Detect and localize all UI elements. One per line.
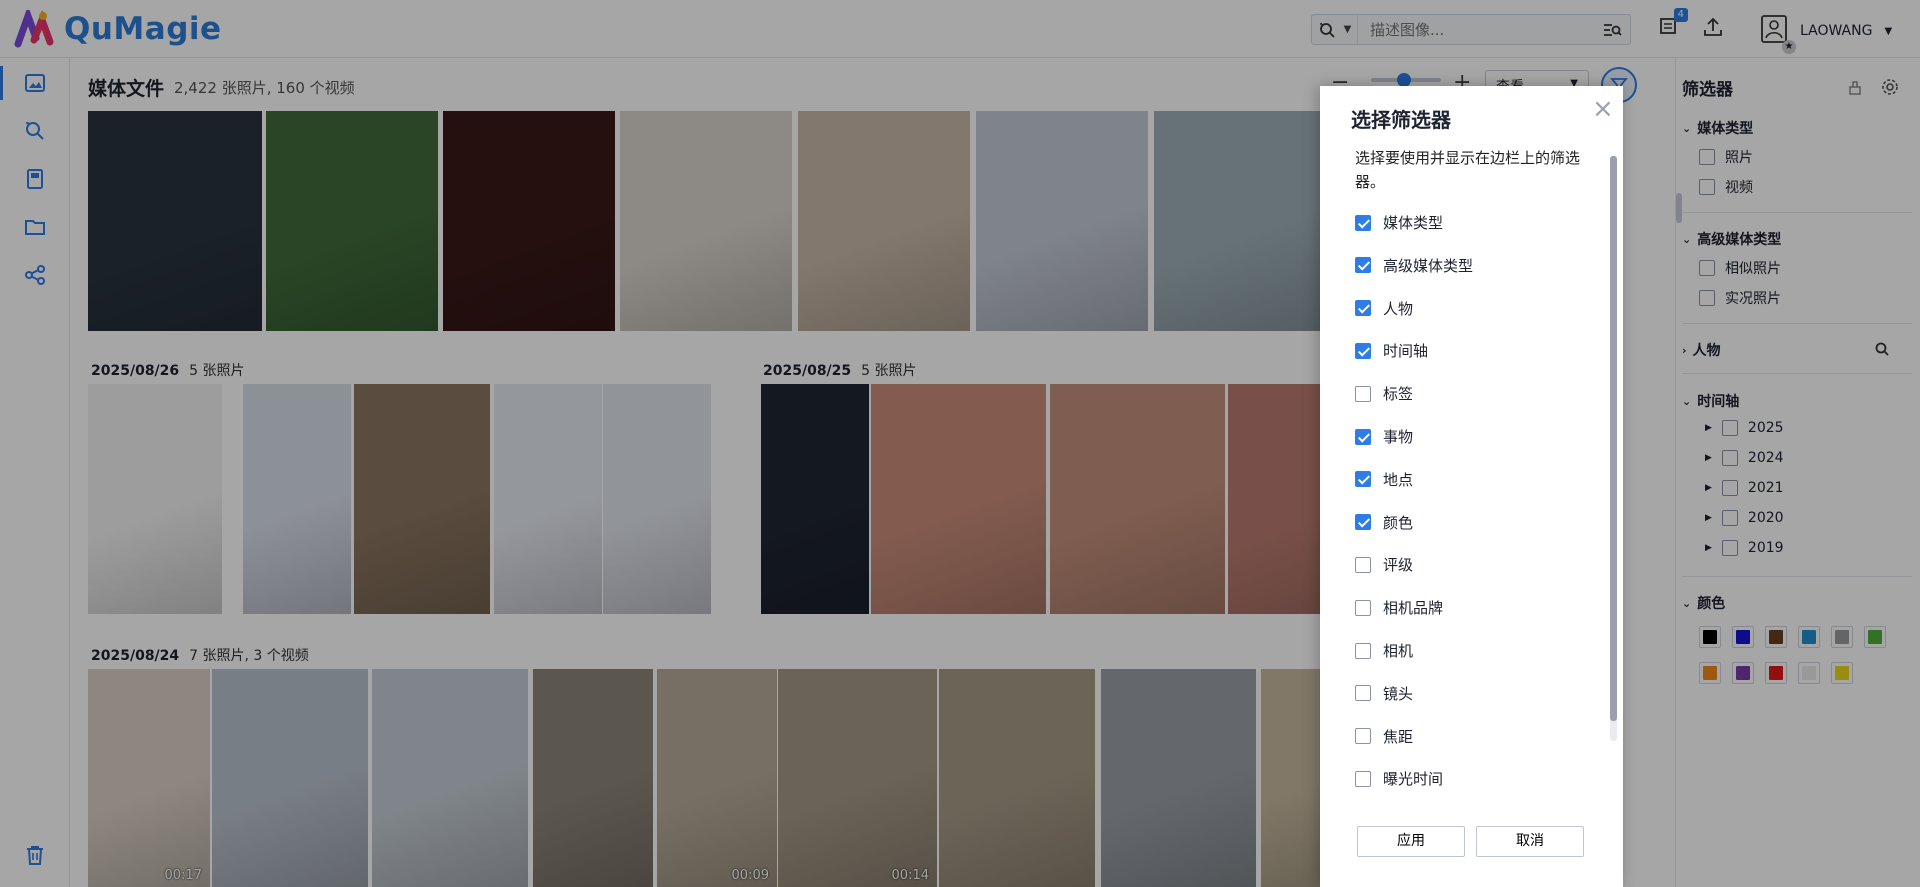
filter-choice-label: 高级媒体类型 [1383,256,1474,275]
filter-choice[interactable]: 高级媒体类型 [1355,255,1473,276]
filter-choice[interactable]: 标签 [1355,383,1413,404]
filter-choice[interactable]: 时间轴 [1355,340,1428,361]
filter-choice-label: 人物 [1383,299,1414,318]
apply-button[interactable]: 应用 [1357,826,1465,857]
checkbox[interactable] [1355,257,1371,274]
filter-choice[interactable]: 媒体类型 [1355,212,1443,233]
checkbox[interactable] [1355,556,1371,573]
filter-choice[interactable]: 地点 [1355,469,1413,490]
filter-choice[interactable]: 相机品牌 [1355,597,1443,618]
checkbox[interactable] [1355,728,1371,745]
cancel-button[interactable]: 取消 [1476,826,1584,857]
checkbox[interactable] [1355,214,1371,231]
checkbox[interactable] [1355,471,1371,488]
filter-choice[interactable]: 颜色 [1355,512,1413,533]
modal-backdrop[interactable] [0,0,1920,887]
filter-choice-label: 焦距 [1383,727,1414,746]
filter-choice-label: 地点 [1383,470,1414,489]
dialog-title: 选择筛选器 [1351,108,1451,132]
filter-choice[interactable]: 焦距 [1355,726,1413,747]
filter-choice-label: 相机 [1383,642,1414,660]
filter-choice-label: 颜色 [1383,513,1414,532]
filter-choice-label: 曝光时间 [1383,770,1444,789]
dialog-scrollbar[interactable] [1610,156,1617,741]
filter-choice-label: 事物 [1383,428,1414,446]
scrollbar-thumb[interactable] [1610,156,1617,721]
checkbox[interactable] [1355,300,1371,317]
checkbox[interactable] [1355,428,1371,445]
filter-choice[interactable]: 镜头 [1355,683,1413,704]
checkbox[interactable] [1355,642,1371,659]
checkbox[interactable] [1355,599,1371,616]
filter-choice-label: 标签 [1383,385,1414,404]
filter-choice-label: 镜头 [1383,684,1414,703]
filter-choice-label: 媒体类型 [1383,214,1444,232]
filter-choice[interactable]: 相机 [1355,640,1413,661]
filter-choice[interactable]: 曝光时间 [1355,768,1443,789]
checkbox[interactable] [1355,514,1371,531]
select-filters-dialog: 选择筛选器 × 选择要使用并显示在边栏上的筛选器。 媒体类型高级媒体类型 人物时间… [1320,86,1623,887]
checkbox[interactable] [1355,342,1371,359]
checkbox[interactable] [1355,685,1371,702]
filter-choice[interactable]: 人物 [1355,298,1413,319]
filter-choice-label: 相机品牌 [1383,599,1444,618]
close-icon[interactable]: × [1592,96,1614,122]
checkbox[interactable] [1355,770,1371,787]
filter-choice-label: 时间轴 [1383,342,1429,361]
filter-choice-label: 评级 [1383,556,1414,575]
dialog-description: 选择要使用并显示在边栏上的筛选器。 [1355,149,1581,191]
checkbox[interactable] [1355,385,1371,402]
filter-choice[interactable]: 事物 [1355,426,1413,447]
filter-choice[interactable]: 评级 [1355,554,1413,575]
